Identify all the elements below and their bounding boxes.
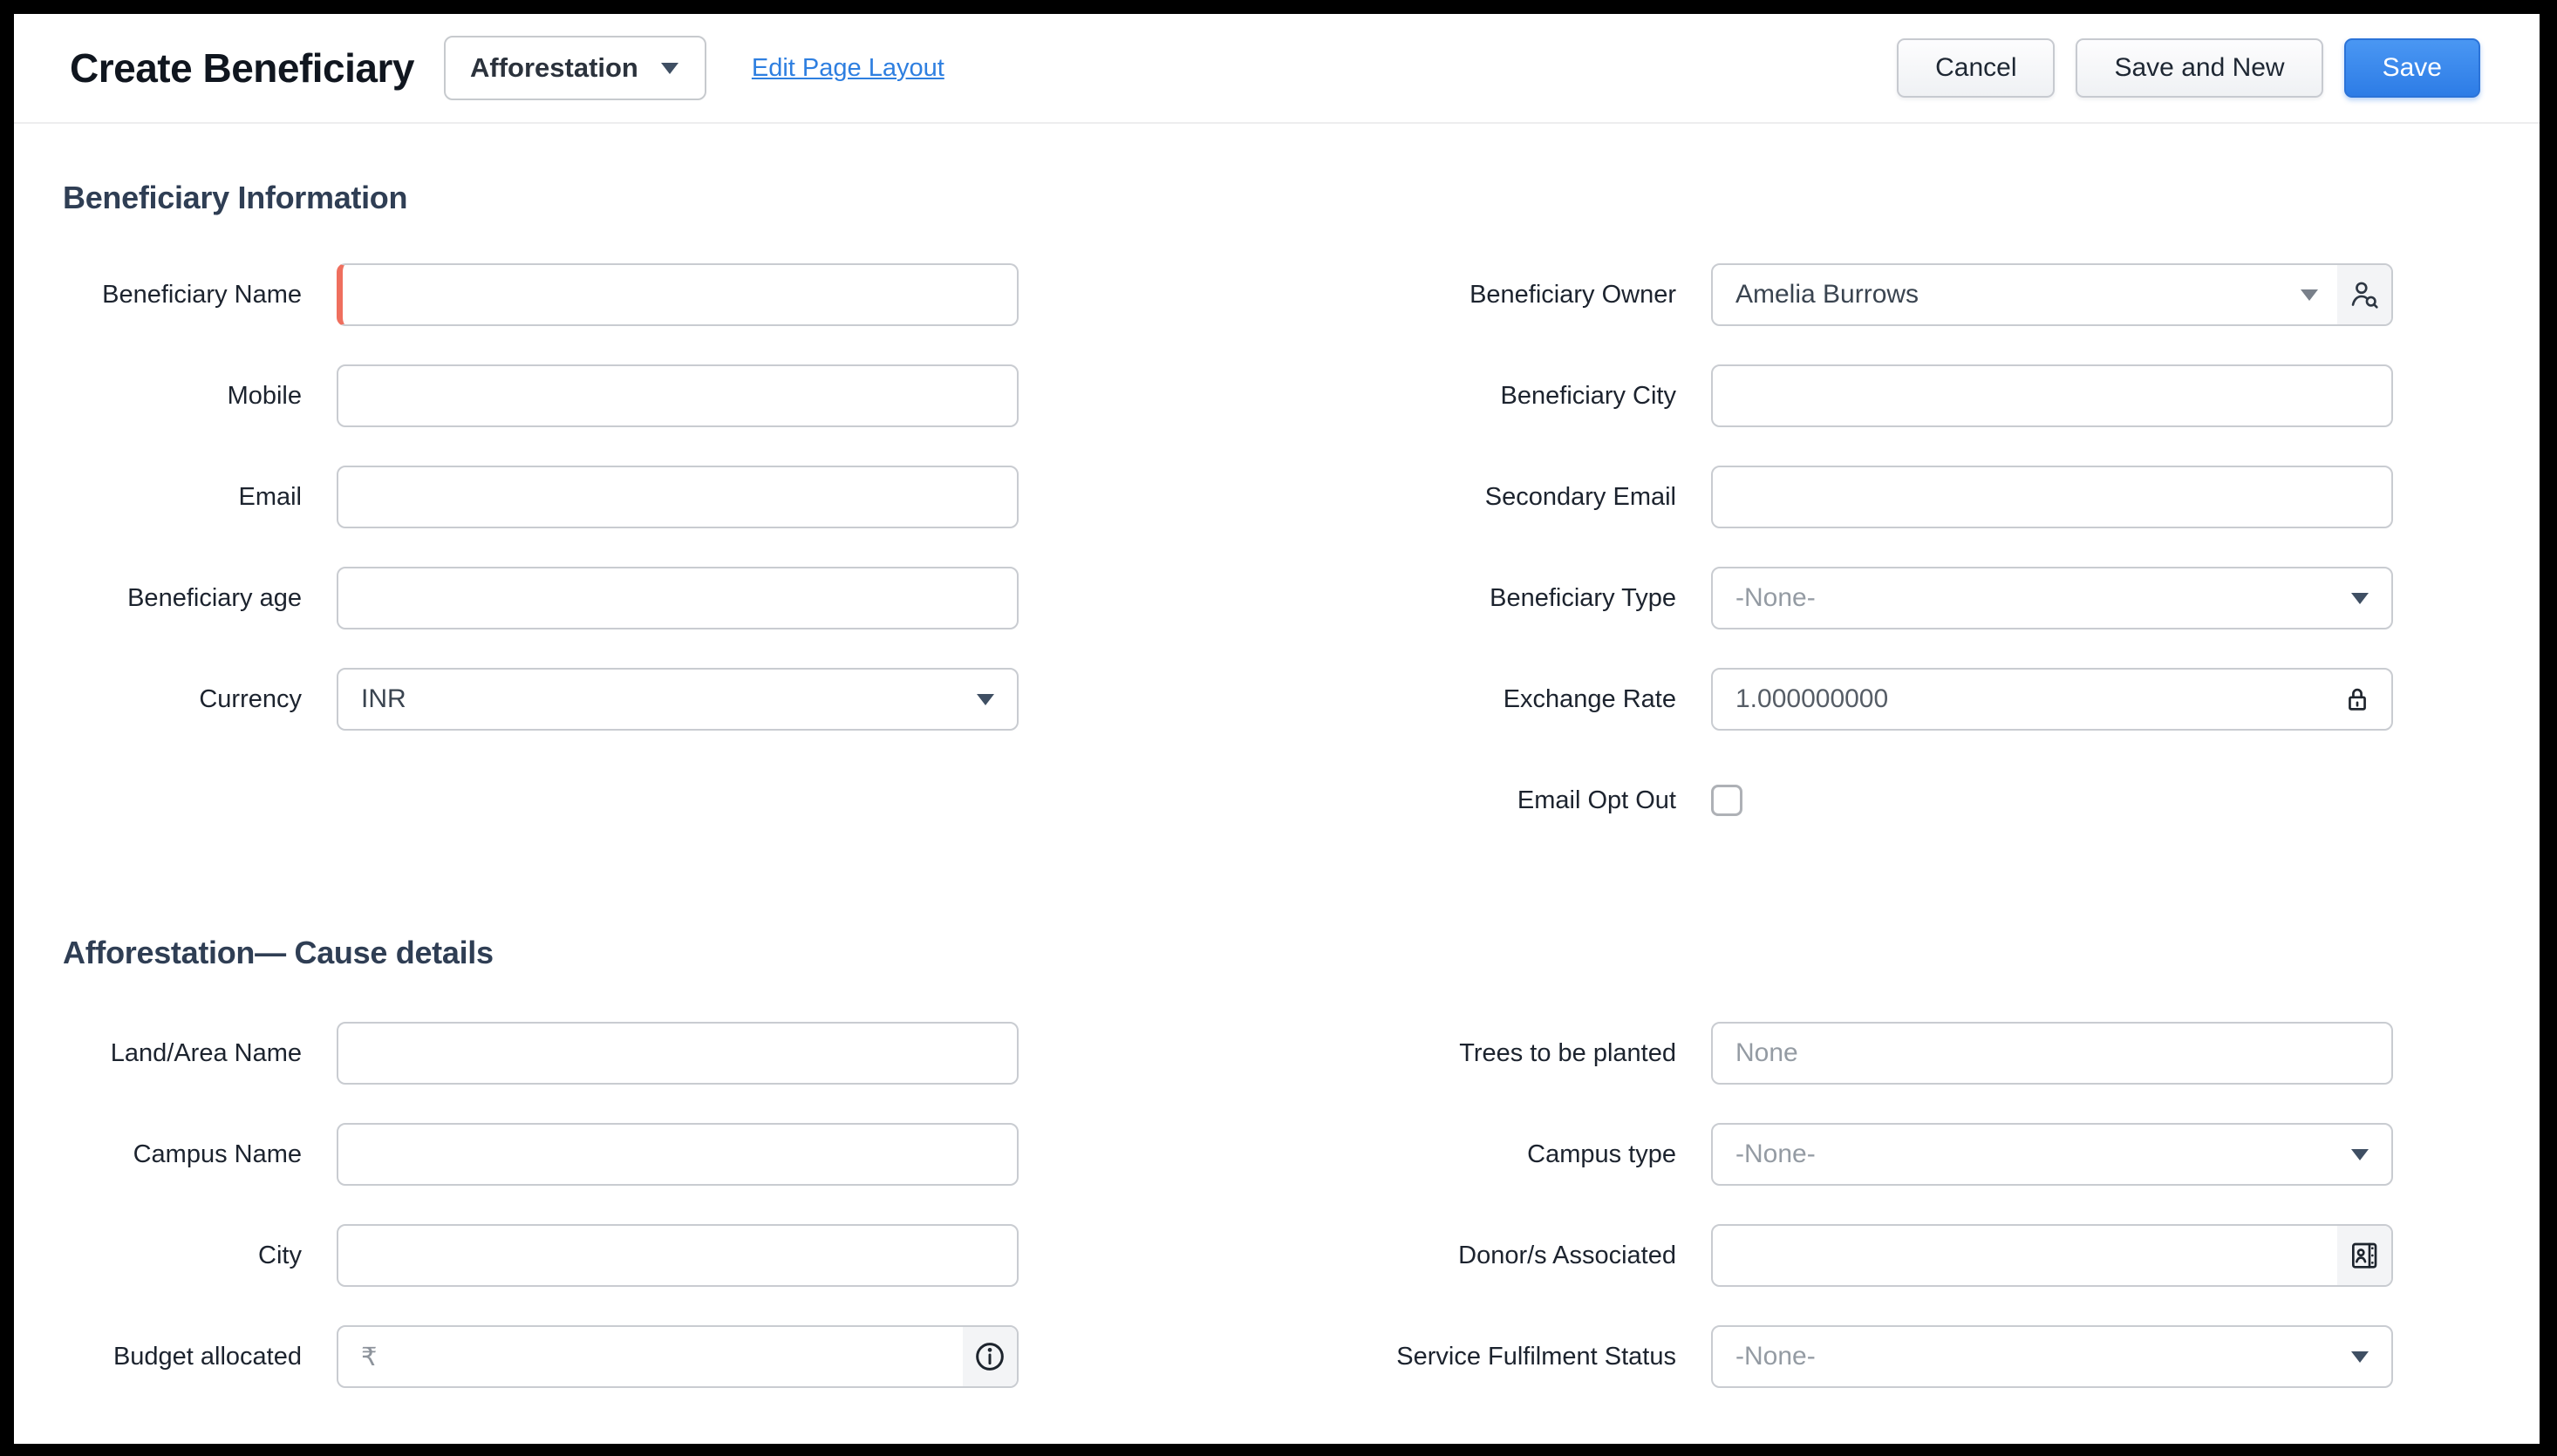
field-label: Beneficiary Type — [1299, 584, 1676, 613]
beneficiary-city-input[interactable] — [1711, 364, 2393, 427]
chevron-down-icon — [977, 694, 994, 705]
user-search-icon — [2346, 276, 2383, 313]
chevron-down-icon — [661, 63, 678, 74]
field-row: Exchange Rate 1.000000000 — [1299, 668, 2393, 731]
section-title-beneficiary-information: Beneficiary Information — [63, 180, 2540, 216]
field-row: Currency INR — [63, 668, 1019, 731]
app-window: Create Beneficiary Afforestation Edit Pa… — [0, 0, 2557, 1456]
field-label: Mobile — [63, 382, 302, 411]
layout-selector[interactable]: Afforestation — [444, 36, 706, 100]
chevron-down-icon — [2351, 1351, 2369, 1363]
trees-placeholder: None — [1735, 1038, 1798, 1068]
field-label: Budget allocated — [63, 1343, 302, 1371]
beneficiary-information-section: Beneficiary Name Mobile Email Beneficiar… — [14, 263, 2540, 832]
cause-details-section: Land/Area Name Campus Name City Budget a… — [14, 1022, 2540, 1388]
contacts-book-icon — [2347, 1238, 2382, 1273]
page-header: Create Beneficiary Afforestation Edit Pa… — [14, 14, 2540, 124]
field-label: Donor/s Associated — [1299, 1242, 1676, 1270]
field-row: Beneficiary Type -None- — [1299, 567, 2393, 629]
section-title-cause-details: Afforestation— Cause details — [63, 935, 2540, 971]
chevron-down-icon — [2351, 593, 2369, 604]
field-row: Beneficiary Name — [63, 263, 1019, 326]
service-fulfilment-status-select[interactable]: -None- — [1711, 1325, 2393, 1388]
field-label: Land/Area Name — [63, 1039, 302, 1068]
mobile-input[interactable] — [337, 364, 1019, 427]
field-row: Campus type -None- — [1299, 1123, 2393, 1186]
currency-select[interactable]: INR — [337, 668, 1019, 731]
header-actions: Cancel Save and New Save — [1897, 38, 2480, 98]
owner-lookup-button[interactable] — [2337, 265, 2391, 324]
city-input[interactable] — [337, 1224, 1019, 1287]
field-label: Email — [63, 483, 302, 512]
field-label: Exchange Rate — [1299, 685, 1676, 714]
info-circle-icon — [972, 1339, 1007, 1374]
donor-lookup-button[interactable] — [2337, 1226, 2391, 1285]
field-label: Beneficiary Owner — [1299, 281, 1676, 310]
field-label: Trees to be planted — [1299, 1039, 1676, 1068]
field-label: Currency — [63, 685, 302, 714]
field-row: Secondary Email — [1299, 466, 2393, 528]
layout-selector-value: Afforestation — [470, 52, 638, 84]
field-label: Beneficiary Name — [63, 281, 302, 310]
field-row: Email Opt Out — [1299, 769, 2393, 832]
beneficiary-type-select[interactable]: -None- — [1711, 567, 2393, 629]
save-and-new-button[interactable]: Save and New — [2076, 38, 2322, 98]
land-area-name-input[interactable] — [337, 1022, 1019, 1085]
campus-type-value: -None- — [1735, 1140, 1816, 1169]
chevron-down-icon — [2351, 1149, 2369, 1160]
page-title: Create Beneficiary — [70, 44, 414, 92]
exchange-rate-value: 1.000000000 — [1735, 684, 1888, 714]
secondary-email-input[interactable] — [1711, 466, 2393, 528]
field-row: Land/Area Name — [63, 1022, 1019, 1085]
field-label: Service Fulfilment Status — [1299, 1343, 1676, 1371]
beneficiary-type-value: -None- — [1735, 583, 1816, 613]
field-row: Trees to be planted None — [1299, 1022, 2393, 1085]
beneficiary-age-input[interactable] — [337, 567, 1019, 629]
cancel-button[interactable]: Cancel — [1897, 38, 2055, 98]
beneficiary-name-input[interactable] — [337, 263, 1019, 326]
field-row: Email — [63, 466, 1019, 528]
field-label: City — [63, 1242, 302, 1270]
field-label: Beneficiary City — [1299, 382, 1676, 411]
field-row: Beneficiary Owner Amelia Burrows — [1299, 263, 2393, 326]
field-row: Beneficiary City — [1299, 364, 2393, 427]
rupee-symbol: ₹ — [361, 1342, 377, 1372]
field-row: Service Fulfilment Status -None- — [1299, 1325, 2393, 1388]
campus-type-select[interactable]: -None- — [1711, 1123, 2393, 1186]
campus-name-input[interactable] — [337, 1123, 1019, 1186]
edit-page-layout-link[interactable]: Edit Page Layout — [752, 54, 944, 83]
currency-value: INR — [361, 684, 406, 714]
service-fulfilment-status-value: -None- — [1735, 1342, 1816, 1371]
budget-allocated-input[interactable]: ₹ — [337, 1325, 1019, 1388]
email-input[interactable] — [337, 466, 1019, 528]
field-row: Budget allocated ₹ — [63, 1325, 1019, 1388]
field-label: Beneficiary age — [63, 584, 302, 613]
field-label: Email Opt Out — [1299, 786, 1676, 815]
field-row: Campus Name — [63, 1123, 1019, 1186]
field-row: Donor/s Associated — [1299, 1224, 2393, 1287]
exchange-rate-input: 1.000000000 — [1711, 668, 2393, 731]
beneficiary-owner-value: Amelia Burrows — [1735, 280, 1919, 310]
field-label: Campus type — [1299, 1140, 1676, 1169]
chevron-down-icon — [2301, 289, 2318, 301]
save-button[interactable]: Save — [2344, 38, 2480, 98]
email-opt-out-checkbox[interactable] — [1711, 785, 1742, 816]
beneficiary-owner-select[interactable]: Amelia Burrows — [1711, 263, 2393, 326]
donors-associated-input[interactable] — [1711, 1224, 2393, 1287]
field-row: Mobile — [63, 364, 1019, 427]
field-row: City — [63, 1224, 1019, 1287]
trees-to-be-planted-input[interactable]: None — [1711, 1022, 2393, 1085]
field-label: Campus Name — [63, 1140, 302, 1169]
field-label: Secondary Email — [1299, 483, 1676, 512]
lock-icon — [2341, 683, 2374, 716]
field-row: Beneficiary age — [63, 567, 1019, 629]
budget-info-button[interactable] — [963, 1327, 1017, 1386]
